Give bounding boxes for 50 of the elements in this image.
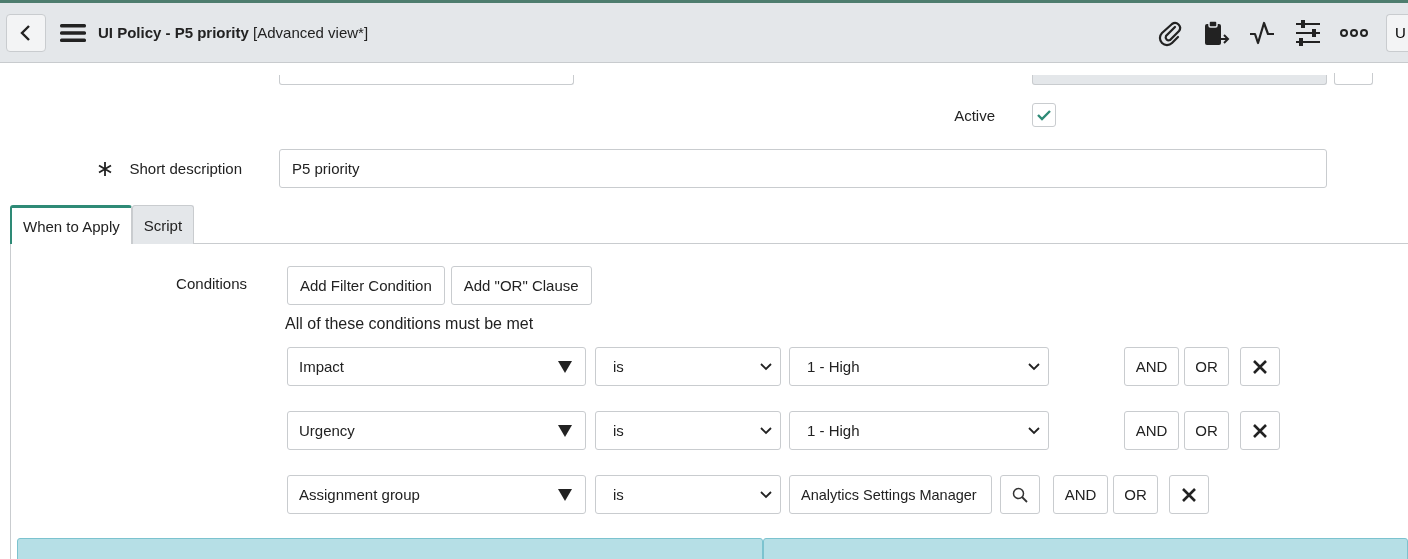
value-select[interactable]: 1 - High [789,347,1049,386]
active-checkbox[interactable] [1032,103,1056,127]
close-icon [1252,358,1268,375]
tab[interactable]: Script [131,205,195,244]
dropdown-icon [558,424,572,437]
value-field[interactable]: Analytics Settings Manager [789,475,992,514]
dropdown-icon [558,488,572,501]
more-icon[interactable] [1340,26,1368,39]
and-button[interactable]: AND [1124,411,1179,450]
conditions-note: All of these conditions must be met [285,315,535,334]
or-button[interactable]: OR [1184,347,1229,386]
remove-button[interactable] [1240,347,1280,386]
or-button[interactable]: OR [1113,475,1158,514]
remove-button[interactable] [1240,411,1280,450]
field-label: Active [953,106,995,124]
field-select[interactable]: Impact [287,347,586,386]
chevron-icon [1028,362,1040,371]
search-button[interactable] [1000,475,1040,514]
chevron-icon [760,490,772,499]
chevron-icon [760,362,772,371]
field-select[interactable]: Urgency [287,411,586,450]
filter-button[interactable]: Add "OR" Clause [450,266,592,305]
record-title: UI Policy - P5 priority [Advanced view*] [98,24,369,41]
filter-button[interactable]: Add Filter Condition [287,266,445,305]
back-button[interactable] [6,13,46,52]
field-label: Short description [129,160,242,177]
close-icon [1181,486,1197,503]
operator-select[interactable]: is [595,475,781,514]
and-button[interactable]: AND [1053,475,1108,514]
field-select[interactable]: Assignment group [287,475,586,514]
sliders-icon[interactable] [1294,18,1322,47]
chevron-icon [1028,426,1040,435]
or-button[interactable]: OR [1184,411,1229,450]
tab[interactable]: When to Apply [10,205,132,244]
check-icon [1036,108,1052,122]
menu-icon[interactable] [60,22,86,43]
search-icon [1012,486,1028,503]
clipboard-icon[interactable] [1202,18,1230,47]
short-description-field[interactable]: P5 priority [279,149,1327,188]
close-icon [1252,422,1268,439]
remove-button[interactable] [1169,475,1209,514]
chevron-icon [760,426,772,435]
update-button[interactable]: U [1386,13,1408,52]
dropdown-icon [558,360,572,373]
field-label: Conditions [175,275,247,294]
and-button[interactable]: AND [1124,347,1179,386]
back-icon [20,23,32,42]
operator-select[interactable]: is [595,411,781,450]
operator-select[interactable]: is [595,347,781,386]
value-select[interactable]: 1 - High [789,411,1049,450]
